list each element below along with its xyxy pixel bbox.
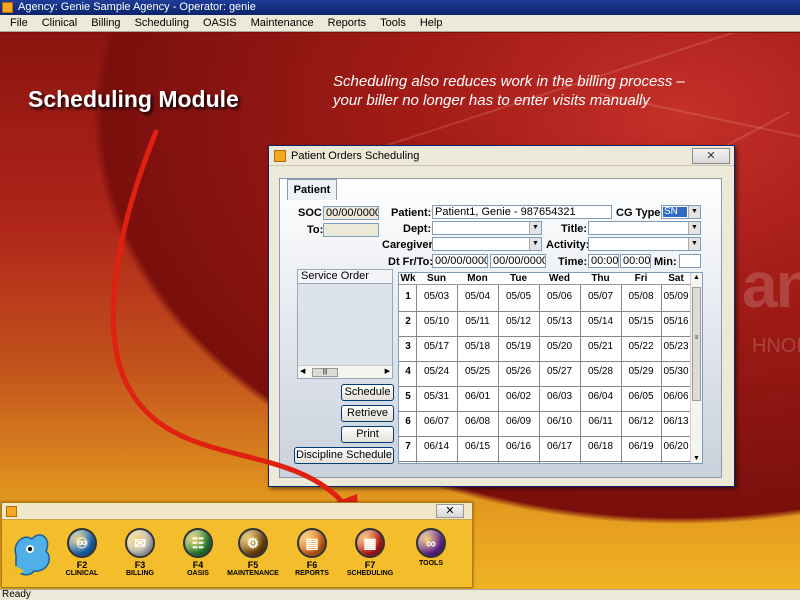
reports-key: F6 bbox=[306, 560, 318, 570]
clinical-key: F2 bbox=[76, 560, 88, 570]
tools-label: TOOLS bbox=[419, 560, 443, 567]
reports-button[interactable]: ▤ F6 REPORTS bbox=[285, 528, 339, 582]
clinical-label: CLINICAL bbox=[65, 570, 99, 577]
status-text: Ready bbox=[2, 589, 31, 600]
function-toolbar: ✕ ♾ F2 CLINICAL ✉ F3 BILLING ☷ F4 OASIS … bbox=[1, 502, 473, 588]
maintenance-button[interactable]: ⚙ F5 MAINTENANCE bbox=[226, 528, 280, 582]
app-icon bbox=[6, 506, 17, 517]
calendar-icon: ▦ bbox=[355, 528, 385, 558]
oasis-label: OASIS bbox=[187, 570, 209, 577]
billing-key: F3 bbox=[134, 560, 146, 570]
scheduling-button[interactable]: ▦ F7 SCHEDULING bbox=[343, 528, 397, 582]
close-icon[interactable]: ✕ bbox=[436, 504, 464, 518]
oasis-button[interactable]: ☷ F4 OASIS bbox=[171, 528, 225, 582]
billing-icon: ✉ bbox=[125, 528, 155, 558]
reports-label: REPORTS bbox=[295, 570, 329, 577]
clipboard-icon: ☷ bbox=[183, 528, 213, 558]
gears-icon: ⚙ bbox=[238, 528, 268, 558]
scheduling-key: F7 bbox=[364, 560, 376, 570]
maintenance-key: F5 bbox=[247, 560, 259, 570]
oasis-key: F4 bbox=[192, 560, 204, 570]
stethoscope-icon: ♾ bbox=[67, 528, 97, 558]
toolbar-titlebar: ✕ bbox=[2, 503, 472, 520]
billing-label: BILLING bbox=[126, 570, 154, 577]
billing-button[interactable]: ✉ F3 BILLING bbox=[113, 528, 167, 582]
tools-button[interactable]: ∞ TOOLS bbox=[404, 528, 458, 582]
maintenance-label: MAINTENANCE bbox=[227, 570, 279, 577]
scheduling-label: SCHEDULING bbox=[346, 570, 394, 577]
reports-icon: ▤ bbox=[297, 528, 327, 558]
clinical-button[interactable]: ♾ F2 CLINICAL bbox=[55, 528, 109, 582]
status-bar: Ready bbox=[0, 589, 800, 600]
tab-patient[interactable]: Patient bbox=[287, 179, 337, 200]
genie-mascot-icon bbox=[14, 534, 50, 576]
paperclip-icon: ∞ bbox=[416, 528, 446, 558]
